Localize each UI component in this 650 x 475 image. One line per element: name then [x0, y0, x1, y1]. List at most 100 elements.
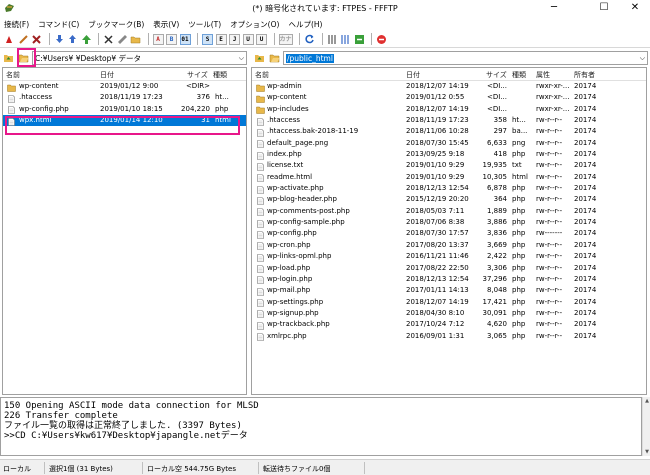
utf8-bom-icon[interactable]: U: [256, 33, 267, 45]
log-scrollbar[interactable]: ▲ ▼: [642, 397, 650, 456]
col-type[interactable]: 種類: [213, 70, 227, 80]
col-size[interactable]: サイズ: [187, 70, 208, 80]
ascii-mode-icon[interactable]: A: [152, 33, 164, 45]
cell-date: 2018/12/13 12:54: [406, 184, 469, 193]
utf8-icon[interactable]: U: [242, 33, 254, 45]
menu-view[interactable]: 表示(V): [153, 19, 179, 30]
cell-size: 4,620: [486, 320, 507, 329]
local-path-bar: C:¥Users¥ ¥Desktop¥ データ ⌵: [2, 50, 247, 66]
local-file-row[interactable]: wp-config.php 2019/01/10 18:15 204,220 php: [3, 104, 246, 115]
col-size[interactable]: サイズ: [486, 70, 507, 80]
remote-file-row[interactable]: wp-config-sample.php 2018/07/06 8:38 3,886…: [252, 217, 646, 228]
cell-name: .htaccess: [19, 93, 52, 102]
jis-icon[interactable]: J: [229, 33, 240, 45]
remote-file-row[interactable]: wp-cron.php 2017/08/20 13:37 3,669 php rw-r-…: [252, 240, 646, 251]
menu-bookmark[interactable]: ブックマーク(B): [88, 19, 144, 30]
cell-type: php: [512, 274, 526, 283]
remote-file-list[interactable]: 名前 日付 サイズ 種類 属性 所有者 wp-admin 2018/12/07 1…: [251, 67, 647, 395]
chevron-down-icon[interactable]: ⌵: [239, 52, 244, 64]
local-up-folder-icon[interactable]: [2, 52, 15, 65]
cell-type: php: [512, 240, 526, 249]
refresh-icon[interactable]: [304, 34, 315, 45]
disconnect-icon[interactable]: [31, 34, 42, 45]
delete-icon[interactable]: [103, 34, 114, 45]
menu-help[interactable]: ヘルプ(H): [288, 19, 322, 30]
col-date[interactable]: 日付: [406, 70, 420, 80]
menu-options[interactable]: オプション(O): [230, 19, 279, 30]
remote-file-row[interactable]: wp-config.php 2018/07/30 17:57 3,836 php rw-…: [252, 228, 646, 239]
menu-tools[interactable]: ツール(T): [188, 19, 221, 30]
remote-file-row[interactable]: wp-login.php 2018/12/13 12:54 37,296 php rw-…: [252, 274, 646, 285]
sync-icon[interactable]: [354, 34, 365, 45]
list-view-icon[interactable]: [327, 34, 338, 45]
minimize-button[interactable]: ─: [539, 1, 569, 15]
remote-file-row[interactable]: wp-admin 2018/12/07 14:19 <DI... rwxr-xr-..…: [252, 81, 646, 92]
cell-size: 37,296: [482, 274, 508, 283]
local-file-row[interactable]: .htaccess 2018/11/19 17:23 376 ht...: [3, 92, 246, 103]
cell-attr: rwxr-xr-...: [536, 82, 570, 90]
kana-icon[interactable]: カナ: [278, 33, 293, 45]
col-name[interactable]: 名前: [255, 70, 269, 80]
col-date[interactable]: 日付: [100, 70, 114, 80]
col-name[interactable]: 名前: [6, 70, 20, 80]
cell-type: php: [512, 195, 526, 204]
remote-file-row[interactable]: wp-mail.php 2017/01/11 14:13 8,048 php rw-r-…: [252, 285, 646, 296]
mirror-upload-icon[interactable]: [81, 34, 92, 45]
col-owner[interactable]: 所有者: [574, 70, 595, 80]
menu-command[interactable]: コマンド(C): [38, 19, 79, 30]
remote-file-row[interactable]: wp-blog-header.php 2015/12/19 20:20 364 php…: [252, 194, 646, 205]
remote-path-input[interactable]: /public_html ⌵: [283, 51, 648, 65]
remote-file-row[interactable]: .htaccess 2018/11/19 17:23 358 ht... rw-r--r…: [252, 115, 646, 126]
remote-file-row[interactable]: .htaccess.bak-2018-11-19 2018/11/06 10:28…: [252, 126, 646, 137]
scroll-down-icon[interactable]: ▼: [643, 449, 650, 455]
connect-icon[interactable]: [4, 34, 15, 45]
local-path-input[interactable]: C:¥Users¥ ¥Desktop¥ データ ⌵: [32, 51, 247, 65]
col-type[interactable]: 種類: [512, 70, 526, 80]
remote-file-row[interactable]: wp-load.php 2017/08/22 22:50 3,306 php rw-r-…: [252, 263, 646, 274]
remote-file-row[interactable]: wp-includes 2018/12/07 14:19 <DI... rwxr-xr…: [252, 104, 646, 115]
new-folder-icon[interactable]: [130, 34, 141, 45]
remote-file-row[interactable]: xmlrpc.php 2016/09/01 1:31 3,065 php rw-r--r…: [252, 331, 646, 342]
auto-mode-icon[interactable]: 01: [179, 33, 191, 45]
remote-list-header: 名前 日付 サイズ 種類 属性 所有者: [252, 68, 646, 81]
cell-attr: rw-r--r--: [536, 195, 563, 204]
cell-size: 3,669: [486, 240, 507, 249]
remote-file-row[interactable]: readme.html 2019/01/10 9:29 10,305 html rw-r…: [252, 172, 646, 183]
cell-type: txt: [512, 161, 522, 170]
remote-file-row[interactable]: wp-activate.php 2018/12/13 12:54 6,878 php r…: [252, 183, 646, 194]
local-path-text: C:¥Users¥ ¥Desktop¥ データ: [35, 53, 142, 63]
remote-up-folder-icon[interactable]: [253, 52, 266, 65]
remote-file-row[interactable]: index.php 2013/09/25 9:18 418 php rw-r--r-- 2…: [252, 149, 646, 160]
remote-file-row[interactable]: wp-settings.php 2018/12/07 14:19 17,421 php…: [252, 297, 646, 308]
remote-open-folder-icon[interactable]: [268, 52, 281, 65]
detail-view-icon[interactable]: [340, 34, 351, 45]
binary-mode-icon[interactable]: B: [166, 33, 177, 45]
cell-attr: rw-r--r--: [536, 161, 563, 170]
title-bar: (*) 暗号化されています: FTPES - FFFTP ─ ☐ ✕: [0, 0, 650, 17]
log-panel[interactable]: 150 Opening ASCII mode data connection f…: [0, 397, 642, 456]
remote-file-row[interactable]: wp-comments-post.php 2018/05/03 7:11 1,889…: [252, 206, 646, 217]
cell-name: wp-settings.php: [267, 297, 324, 306]
close-button[interactable]: ✕: [620, 1, 650, 15]
euc-icon[interactable]: E: [215, 33, 227, 45]
cell-date: 2019/01/10 9:29: [406, 161, 465, 170]
upload-icon[interactable]: [67, 34, 78, 45]
remote-file-row[interactable]: wp-signup.php 2018/04/30 8:10 30,091 php rw-…: [252, 308, 646, 319]
download-icon[interactable]: [54, 34, 65, 45]
stop-icon[interactable]: [376, 34, 387, 45]
remote-file-row[interactable]: default_page.png 2018/07/30 15:45 6,633 png…: [252, 138, 646, 149]
remote-file-row[interactable]: license.txt 2019/01/10 9:29 19,935 txt rw-r-…: [252, 160, 646, 171]
col-attr[interactable]: 属性: [536, 70, 550, 80]
remote-file-row[interactable]: wp-trackback.php 2017/10/24 7:12 4,620 php r…: [252, 319, 646, 330]
scroll-up-icon[interactable]: ▲: [643, 398, 650, 404]
local-file-row[interactable]: wp-content 2019/01/12 9:00 <DIR>: [3, 81, 246, 92]
sjis-icon[interactable]: S: [202, 33, 213, 45]
rename-icon[interactable]: [117, 34, 128, 45]
remote-file-row[interactable]: wp-links-opml.php 2016/11/21 11:46 2,422 ph…: [252, 251, 646, 262]
maximize-button[interactable]: ☐: [589, 1, 619, 15]
quick-connect-icon[interactable]: [18, 34, 29, 45]
chevron-down-icon[interactable]: ⌵: [640, 52, 645, 64]
remote-file-row[interactable]: wp-content 2019/01/12 0:55 <DI... rwxr-xr-.…: [252, 92, 646, 103]
cell-owner: 20174: [574, 127, 597, 136]
menu-connect[interactable]: 接続(F): [4, 19, 29, 30]
